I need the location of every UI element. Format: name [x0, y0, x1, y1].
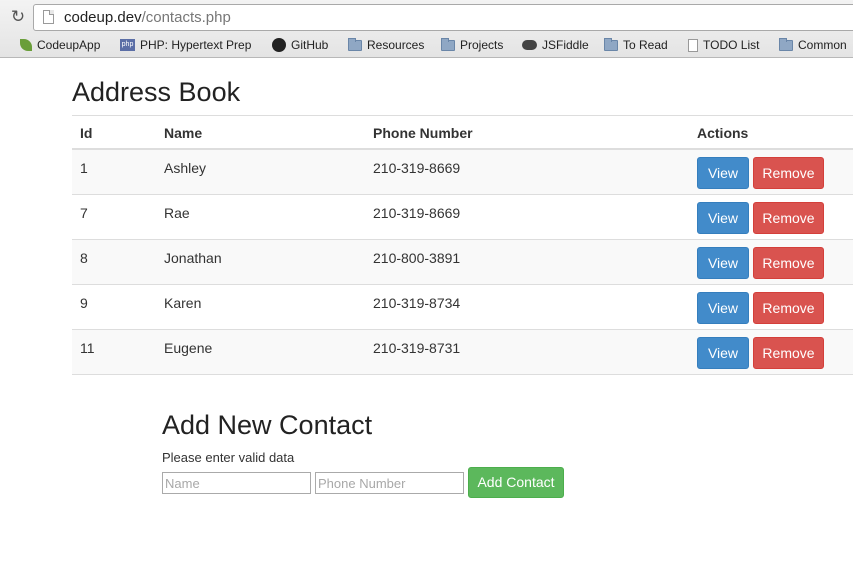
folder-icon	[348, 37, 362, 51]
url-text: codeup.dev/contacts.php	[64, 9, 231, 26]
cell-id: 11	[80, 340, 95, 356]
bookmark-label: GitHub	[291, 38, 329, 52]
table-header: Id Name Phone Number Actions	[72, 115, 853, 150]
view-button[interactable]: View	[697, 157, 749, 189]
table-row: 9 Karen 210-319-8734 View Remove	[72, 285, 853, 330]
cell-phone: 210-319-8669	[373, 160, 461, 176]
cell-name: Ashley	[164, 160, 207, 176]
bookmark-label: Common	[798, 38, 847, 52]
name-input[interactable]	[162, 472, 311, 494]
bookmark-label: JSFiddle	[542, 38, 589, 52]
view-button[interactable]: View	[697, 292, 749, 324]
form-note: Please enter valid data	[162, 450, 295, 465]
header-phone: Phone Number	[373, 125, 473, 141]
folder-icon	[441, 37, 455, 51]
bookmark-to-read[interactable]: To Read	[604, 36, 668, 54]
table-row: 1 Ashley 210-319-8669 View Remove	[72, 150, 853, 195]
bookmark-label: To Read	[623, 38, 668, 52]
bookmark-common[interactable]: Common	[779, 36, 847, 54]
bookmark-github[interactable]: GitHub	[272, 36, 328, 54]
cell-id: 7	[80, 205, 88, 221]
remove-button[interactable]: Remove	[753, 247, 824, 279]
bookmark-label: Resources	[367, 38, 425, 52]
header-actions: Actions	[697, 125, 749, 141]
bookmarks-bar: CodeupApp php PHP: Hypertext Prep GitHub…	[0, 36, 853, 56]
cell-name: Rae	[164, 205, 190, 221]
folder-icon	[779, 37, 793, 51]
page-title: Address Book	[72, 77, 241, 107]
bookmark-projects[interactable]: Projects	[441, 36, 503, 54]
browser-chrome: ↻ codeup.dev/contacts.php CodeupApp php …	[0, 0, 853, 58]
bookmark-jsfiddle[interactable]: JSFiddle	[522, 36, 589, 54]
form-title: Add New Contact	[162, 410, 373, 440]
cell-id: 1	[80, 160, 88, 176]
leaf-icon	[20, 39, 32, 51]
bookmark-label: TODO List	[703, 38, 760, 52]
contacts-table: Id Name Phone Number Actions 1 Ashley 21…	[72, 115, 853, 375]
page-icon	[688, 38, 698, 52]
bookmark-php[interactable]: php PHP: Hypertext Prep	[120, 36, 251, 54]
cell-phone: 210-800-3891	[373, 250, 461, 266]
folder-icon	[604, 37, 618, 51]
cell-phone: 210-319-8731	[373, 340, 461, 356]
bookmark-label: CodeupApp	[37, 38, 101, 52]
remove-button[interactable]: Remove	[753, 202, 824, 234]
add-contact-button[interactable]: Add Contact	[468, 467, 564, 498]
php-icon: php	[120, 39, 135, 51]
view-button[interactable]: View	[697, 202, 749, 234]
remove-button[interactable]: Remove	[753, 292, 824, 324]
github-icon	[272, 38, 286, 52]
phone-input[interactable]	[315, 472, 464, 494]
cell-name: Karen	[164, 295, 202, 311]
table-row: 7 Rae 210-319-8669 View Remove	[72, 195, 853, 240]
cell-phone: 210-319-8669	[373, 205, 461, 221]
view-button[interactable]: View	[697, 337, 749, 369]
jsfiddle-icon	[522, 40, 537, 50]
view-button[interactable]: View	[697, 247, 749, 279]
remove-button[interactable]: Remove	[753, 337, 824, 369]
bookmark-codeupapp[interactable]: CodeupApp	[20, 36, 100, 54]
reload-icon[interactable]: ↻	[8, 6, 28, 28]
cell-phone: 210-319-8734	[373, 295, 461, 311]
cell-name: Eugene	[164, 340, 213, 356]
header-id: Id	[80, 125, 93, 141]
page-icon	[43, 10, 54, 24]
bookmark-label: Projects	[460, 38, 504, 52]
bookmark-label: PHP: Hypertext Prep	[140, 38, 252, 52]
page-content: Address Book Id Name Phone Number Action…	[0, 59, 853, 572]
table-row: 8 Jonathan 210-800-3891 View Remove	[72, 240, 853, 285]
header-name: Name	[164, 125, 203, 141]
address-bar[interactable]: codeup.dev/contacts.php	[33, 4, 853, 31]
remove-button[interactable]: Remove	[753, 157, 824, 189]
cell-name: Jonathan	[164, 250, 222, 266]
cell-id: 9	[80, 295, 88, 311]
bookmark-resources[interactable]: Resources	[348, 36, 424, 54]
bookmark-todo-list[interactable]: TODO List	[688, 36, 759, 54]
cell-id: 8	[80, 250, 88, 266]
table-row: 11 Eugene 210-319-8731 View Remove	[72, 330, 853, 375]
